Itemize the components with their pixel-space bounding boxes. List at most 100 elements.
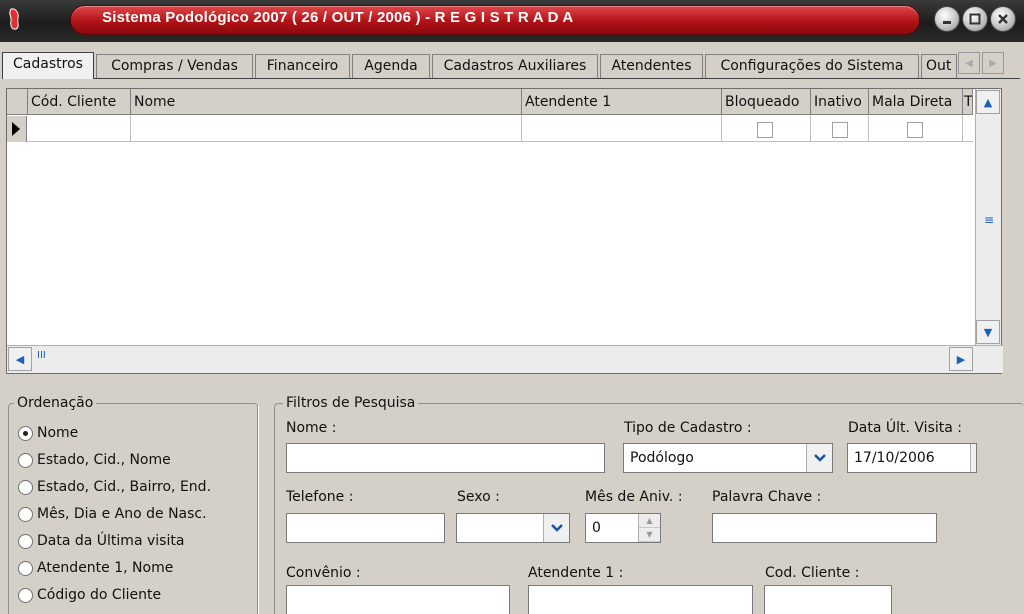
scroll-down-button[interactable]: ▼ bbox=[976, 320, 1000, 344]
atendente-1-label: Atendente 1 : bbox=[528, 565, 624, 581]
radio-icon[interactable] bbox=[18, 479, 33, 495]
tab-financeiro[interactable]: Financeiro bbox=[255, 54, 350, 78]
sexo-dropdown-button[interactable] bbox=[543, 514, 569, 542]
tab-compras-vendas[interactable]: Compras / Vendas bbox=[96, 54, 253, 78]
date-dropdown-button[interactable] bbox=[970, 444, 976, 472]
radio-label: Mês, Dia e Ano de Nasc. bbox=[37, 506, 207, 522]
sort-option-codigo-cliente[interactable]: Código do Cliente bbox=[18, 584, 161, 606]
sort-option-mes-dia-ano[interactable]: Mês, Dia e Ano de Nasc. bbox=[18, 503, 207, 525]
sexo-select[interactable] bbox=[456, 513, 570, 543]
cod-cliente-label: Cod. Cliente : bbox=[765, 565, 860, 581]
scroll-right-button[interactable]: ▶ bbox=[949, 347, 973, 371]
col-nome[interactable]: Nome bbox=[131, 89, 522, 115]
nome-input[interactable] bbox=[286, 443, 605, 473]
row-indicator bbox=[7, 116, 27, 142]
window-title: Sistema Podológico 2007 ( 26 / OUT / 200… bbox=[102, 9, 574, 26]
convenio-input[interactable] bbox=[286, 585, 510, 614]
convenio-label: Convênio : bbox=[286, 565, 361, 581]
minimize-button[interactable] bbox=[934, 6, 960, 32]
col-mala-direta[interactable]: Mala Direta bbox=[869, 89, 963, 115]
scroll-up-button[interactable]: ▲ bbox=[976, 90, 1000, 114]
cell-mala-direta bbox=[869, 116, 963, 142]
tab-scroll-left-button[interactable]: ◀ bbox=[958, 52, 980, 74]
radio-icon[interactable] bbox=[18, 506, 33, 522]
col-bloqueado[interactable]: Bloqueado bbox=[722, 89, 811, 115]
mes-aniv-spinner[interactable]: 0 ▲ ▼ bbox=[585, 513, 661, 543]
radio-icon[interactable] bbox=[18, 560, 33, 576]
tipo-cadastro-select[interactable]: Podólogo bbox=[623, 443, 833, 473]
grid-horizontal-scrollbar[interactable]: ◀ III ▶ bbox=[7, 345, 1003, 373]
cell-nome[interactable] bbox=[131, 116, 522, 142]
spin-down-icon[interactable]: ▼ bbox=[639, 528, 660, 542]
nome-label: Nome : bbox=[286, 420, 337, 436]
palavra-chave-label: Palavra Chave : bbox=[712, 489, 822, 505]
cell-cod-cliente[interactable] bbox=[28, 116, 131, 142]
arrow-right-icon: ▶ bbox=[956, 352, 966, 366]
tipo-cadastro-dropdown-button[interactable] bbox=[806, 444, 832, 472]
tipo-cadastro-label: Tipo de Cadastro : bbox=[624, 420, 752, 436]
sort-option-ultima-visita[interactable]: Data da Última visita bbox=[18, 530, 184, 552]
col-cod-cliente[interactable]: Cód. Cliente bbox=[28, 89, 131, 115]
atendente-1-input[interactable] bbox=[528, 585, 753, 614]
telefone-input[interactable] bbox=[286, 513, 445, 543]
tab-cadastros-auxiliares[interactable]: Cadastros Auxiliares bbox=[432, 54, 598, 78]
maximize-icon bbox=[969, 13, 981, 25]
scroll-thumb-grip-icon[interactable]: III bbox=[37, 350, 46, 361]
data-ultima-visita-value: 17/10/2006 bbox=[854, 450, 935, 466]
maximize-button[interactable] bbox=[962, 6, 988, 32]
data-ultima-visita-label: Data Últ. Visita : bbox=[848, 420, 962, 436]
arrow-down-icon: ▼ bbox=[983, 325, 993, 339]
chevron-down-icon bbox=[550, 524, 563, 532]
radio-label: Nome bbox=[37, 425, 79, 441]
foot-app-icon bbox=[9, 8, 19, 30]
chevron-down-icon bbox=[975, 454, 976, 458]
bloqueado-checkbox[interactable] bbox=[757, 122, 773, 138]
tipo-cadastro-value: Podólogo bbox=[630, 450, 694, 466]
radio-label: Estado, Cid., Bairro, End. bbox=[37, 479, 212, 495]
title-bar[interactable]: Sistema Podológico 2007 ( 26 / OUT / 200… bbox=[0, 0, 1024, 42]
tab-agenda[interactable]: Agenda bbox=[352, 54, 430, 78]
mes-aniv-label: Mês de Aniv. : bbox=[585, 489, 683, 505]
cell-atendente-1[interactable] bbox=[522, 116, 722, 142]
tab-scroll-right-button[interactable]: ▶ bbox=[982, 52, 1004, 74]
scroll-left-button[interactable]: ◀ bbox=[8, 347, 32, 371]
header-indicator bbox=[7, 89, 28, 115]
data-ultima-visita-picker[interactable]: 17/10/2006 bbox=[847, 443, 977, 473]
mala-direta-checkbox[interactable] bbox=[907, 122, 923, 138]
arrow-left-icon: ◀ bbox=[15, 352, 25, 366]
tab-atendentes[interactable]: Atendentes bbox=[600, 54, 703, 78]
radio-label: Código do Cliente bbox=[37, 587, 162, 603]
cell-bloqueado bbox=[722, 116, 811, 142]
tab-cadastros[interactable]: Cadastros bbox=[2, 52, 94, 79]
tab-strip: Cadastros Compras / Vendas Financeiro Ag… bbox=[0, 52, 1024, 79]
palavra-chave-input[interactable] bbox=[712, 513, 937, 543]
filtros-label: Filtros de Pesquisa bbox=[283, 395, 419, 411]
telefone-label: Telefone : bbox=[286, 489, 354, 505]
radio-icon[interactable] bbox=[18, 533, 33, 549]
grid-header: Cód. Cliente Nome Atendente 1 Bloqueado … bbox=[7, 89, 973, 115]
col-inativo[interactable]: Inativo bbox=[811, 89, 869, 115]
grid-vertical-scrollbar[interactable]: ▲ ≡ ▼ bbox=[975, 89, 1001, 345]
inativo-checkbox[interactable] bbox=[832, 122, 848, 138]
sort-option-estado-cid-bairro[interactable]: Estado, Cid., Bairro, End. bbox=[18, 476, 211, 498]
radio-icon[interactable] bbox=[18, 452, 33, 468]
col-atendente-1[interactable]: Atendente 1 bbox=[522, 89, 722, 115]
current-row-arrow-icon bbox=[12, 122, 20, 136]
sort-option-nome[interactable]: Nome bbox=[18, 422, 78, 444]
scroll-grip-icon: ≡ bbox=[984, 213, 995, 227]
sort-option-estado-cid-nome[interactable]: Estado, Cid., Nome bbox=[18, 449, 171, 471]
sort-option-atendente-nome[interactable]: Atendente 1, Nome bbox=[18, 557, 173, 579]
cod-cliente-input[interactable] bbox=[764, 585, 892, 614]
tab-configuracoes[interactable]: Configurações do Sistema bbox=[705, 54, 919, 78]
close-icon bbox=[998, 14, 1008, 24]
minimize-icon bbox=[943, 21, 951, 24]
radio-selected-icon[interactable] bbox=[18, 425, 33, 441]
cell-inativo bbox=[811, 116, 869, 142]
col-t[interactable]: T bbox=[963, 89, 973, 115]
tab-outros[interactable]: Out bbox=[921, 54, 957, 78]
close-button[interactable] bbox=[990, 6, 1016, 32]
radio-icon[interactable] bbox=[18, 587, 33, 603]
clients-grid[interactable]: Cód. Cliente Nome Atendente 1 Bloqueado … bbox=[6, 88, 1003, 374]
arrow-right-icon: ▶ bbox=[989, 57, 997, 69]
table-row[interactable] bbox=[7, 116, 973, 142]
